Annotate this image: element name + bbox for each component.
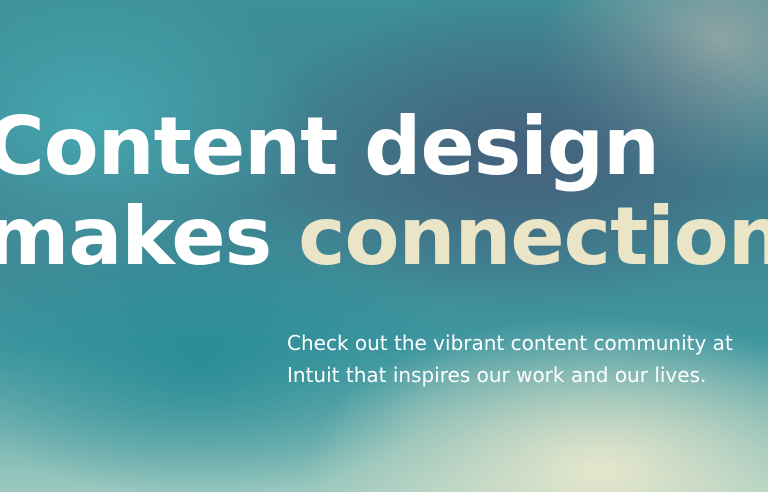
subcopy-line-2: Intuit that inspires our work and our li… <box>287 363 707 387</box>
headline-line-1: Content design <box>0 100 660 193</box>
subcopy-line-1: Check out the vibrant content community … <box>287 331 733 355</box>
hero-banner: Content design makes connections Check o… <box>0 0 768 492</box>
headline-accent-word: connections <box>298 190 768 283</box>
hero-subcopy: Check out the vibrant content community … <box>287 327 733 391</box>
headline-line-2-prefix: makes <box>0 190 299 283</box>
hero-headline: Content design makes connections <box>0 102 768 282</box>
headline-line-2: makes connections <box>0 192 768 282</box>
